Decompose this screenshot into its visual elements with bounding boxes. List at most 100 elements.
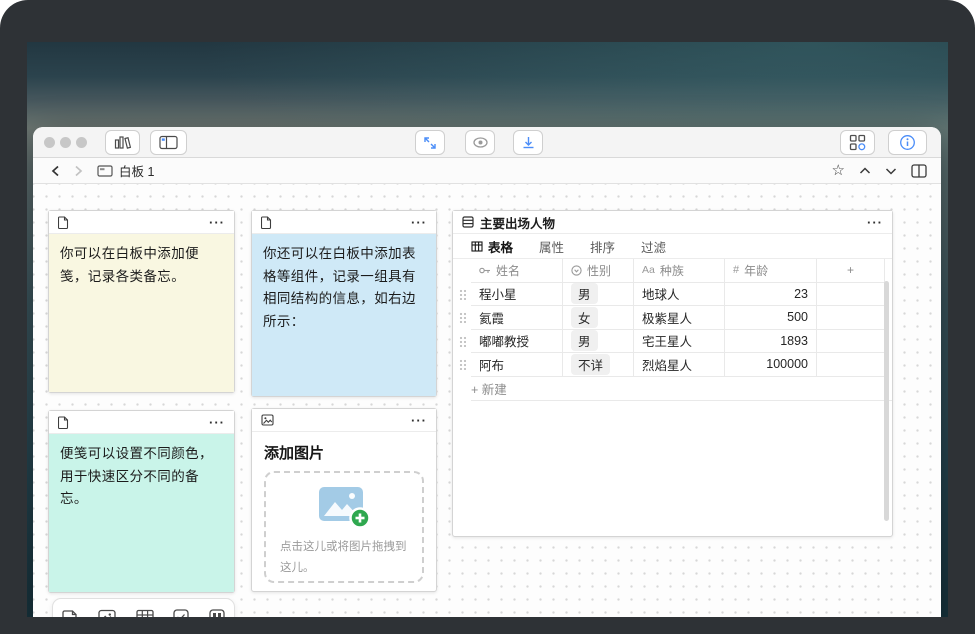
cell-age[interactable]: 1893 (725, 330, 817, 354)
card-menu-button[interactable]: ··· (411, 216, 427, 229)
tab-whiteboard-1[interactable]: 白板 1 (97, 161, 154, 180)
widgets-icon (849, 134, 866, 151)
column-header-age[interactable]: # 年龄 (725, 259, 817, 283)
widgets-button[interactable] (840, 130, 875, 155)
todo-tool-icon[interactable] (173, 609, 189, 617)
tab-bar: 白板 1 ☆ (33, 158, 941, 184)
image-card[interactable]: ··· 添加图片 点击这儿或将图片拖拽到这儿。 (251, 408, 437, 592)
cell-name[interactable]: 嘟嘟教授 (471, 330, 563, 354)
fit-view-button[interactable] (415, 130, 445, 155)
tab-sort[interactable]: 排序 (590, 237, 615, 256)
image-card-title: 添加图片 (252, 432, 436, 471)
chevron-down-icon[interactable] (885, 167, 897, 175)
whiteboard-canvas[interactable]: ··· 你可以在白板中添加便笺，记录各类备忘。 ··· 你还可以在白板中添加表格… (33, 184, 941, 617)
text-type-icon: Aa (642, 264, 655, 276)
cell-name[interactable]: 程小星 (471, 283, 563, 307)
column-header-race[interactable]: Aa 种族 (634, 259, 725, 283)
cell-name[interactable]: 氦霞 (471, 306, 563, 330)
gender-tag: 男 (571, 283, 598, 304)
add-row-button[interactable]: + 新建 (471, 377, 892, 401)
card-menu-button[interactable]: ··· (411, 414, 427, 427)
star-icon[interactable]: ☆ (832, 163, 845, 178)
cell-name[interactable]: 阿布 (471, 353, 563, 377)
sticky-note-card-2[interactable]: ··· 你还可以在白板中添加表格等组件，记录一组具有相同结构的信息，如右边所示： (251, 210, 437, 397)
app-window: 白板 1 ☆ (33, 127, 941, 617)
column-header-gender[interactable]: 性别 (563, 259, 634, 283)
chevron-up-icon[interactable] (859, 167, 871, 175)
cell-gender[interactable]: 男 (563, 283, 634, 307)
cell-empty[interactable] (817, 353, 885, 377)
table-tool-icon[interactable] (136, 609, 154, 617)
screenshot-stage: 白板 1 ☆ (0, 0, 975, 634)
gutter (453, 259, 471, 283)
cell-empty[interactable] (817, 330, 885, 354)
tab-properties[interactable]: 属性 (539, 237, 564, 256)
tab-card-icon (97, 165, 113, 177)
cell-race[interactable]: 极紫星人 (634, 306, 725, 330)
card-header: ··· (49, 411, 234, 434)
row-drag-handle[interactable] (453, 283, 471, 307)
split-view-icon[interactable] (911, 164, 927, 178)
traffic-light-minimize[interactable] (60, 137, 71, 148)
table-card[interactable]: 主要出场人物 ··· 表格 (452, 210, 893, 537)
card-menu-button[interactable]: ··· (209, 416, 225, 429)
table-scrollbar[interactable] (884, 281, 889, 521)
column-label: 性别 (587, 262, 611, 279)
image-icon (261, 414, 274, 426)
cell-gender[interactable]: 不详 (563, 353, 634, 377)
card-menu-button[interactable]: ··· (867, 216, 883, 229)
card-header: ··· (252, 409, 436, 432)
row-drag-handle[interactable] (453, 306, 471, 330)
sticky-note-card-1[interactable]: ··· 你可以在白板中添加便笺，记录各类备忘。 (48, 210, 235, 393)
cell-empty[interactable] (817, 306, 885, 330)
back-icon[interactable] (51, 165, 60, 177)
cell-gender[interactable]: 男 (563, 330, 634, 354)
gender-tag: 不详 (571, 354, 610, 375)
card-menu-button[interactable]: ··· (209, 216, 225, 229)
traffic-light-close[interactable] (44, 137, 55, 148)
cell-empty[interactable] (817, 283, 885, 307)
image-dropzone[interactable]: 点击这儿或将图片拖拽到这儿。 (264, 471, 424, 583)
column-header-name[interactable]: 姓名 (471, 259, 563, 283)
kanban-tool-icon[interactable] (209, 609, 225, 617)
sticky-note-card-3[interactable]: ··· 便笺可以设置不同颜色，用于快速区分不同的备忘。 (48, 410, 235, 593)
cell-race[interactable]: 地球人 (634, 283, 725, 307)
library-icon (114, 135, 132, 150)
gender-tag: 男 (571, 330, 598, 351)
tab-filter[interactable]: 过滤 (641, 237, 666, 256)
tab-label: 表格 (488, 237, 513, 256)
table-row[interactable]: 嘟嘟教授 男 宅王星人 1893 (453, 330, 892, 354)
number-type-icon: # (733, 264, 739, 276)
table-row[interactable]: 氦霞 女 极紫星人 500 (453, 306, 892, 330)
cell-age[interactable]: 23 (725, 283, 817, 307)
download-icon (521, 135, 536, 150)
table-row[interactable]: 程小星 男 地球人 23 (453, 283, 892, 307)
note-text[interactable]: 你还可以在白板中添加表格等组件，记录一组具有相同结构的信息，如右边所示： (252, 234, 436, 396)
library-button[interactable] (105, 130, 140, 155)
cell-race[interactable]: 烈焰星人 (634, 353, 725, 377)
preview-button[interactable] (465, 130, 495, 155)
export-download-button[interactable] (513, 130, 543, 155)
sidebar-toggle-button[interactable] (150, 130, 187, 155)
cell-age[interactable]: 500 (725, 306, 817, 330)
tab-table-view[interactable]: 表格 (471, 237, 513, 256)
card-header: ··· (252, 211, 436, 234)
cell-age[interactable]: 100000 (725, 353, 817, 377)
traffic-light-zoom[interactable] (76, 137, 87, 148)
image-tool-icon[interactable] (98, 609, 116, 617)
table-row[interactable]: 阿布 不详 烈焰星人 100000 (453, 353, 892, 377)
grid-icon (471, 241, 483, 252)
note-tool-icon[interactable] (62, 609, 78, 617)
cell-gender[interactable]: 女 (563, 306, 634, 330)
note-text[interactable]: 便笺可以设置不同颜色，用于快速区分不同的备忘。 (49, 434, 234, 592)
row-drag-handle[interactable] (453, 330, 471, 354)
row-drag-handle[interactable] (453, 353, 471, 377)
note-text[interactable]: 你可以在白板中添加便笺，记录各类备忘。 (49, 234, 234, 392)
sidebar-toggle-icon (159, 135, 178, 150)
cell-race[interactable]: 宅王星人 (634, 330, 725, 354)
preview-eye-icon (472, 136, 489, 149)
forward-icon[interactable] (74, 165, 83, 177)
add-column-button[interactable]: + (817, 259, 885, 283)
database-icon (462, 216, 474, 228)
info-button[interactable] (888, 130, 927, 155)
